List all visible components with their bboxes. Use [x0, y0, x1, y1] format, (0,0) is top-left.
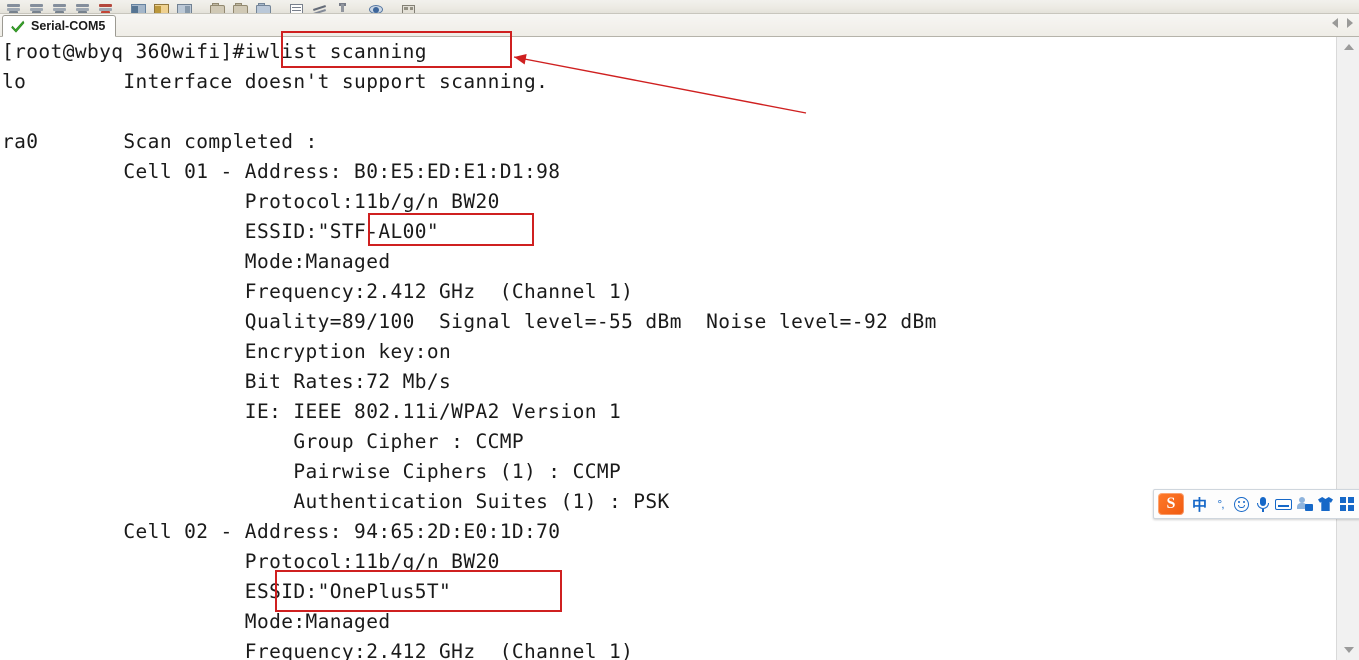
pin-icon[interactable] [335, 1, 351, 13]
terminal-line: Protocol:11b/g/n BW20 [2, 190, 500, 213]
document-icon[interactable] [289, 1, 305, 13]
terminal-line: Group Cipher : CCMP [2, 430, 525, 453]
calculator-icon[interactable] [401, 1, 417, 13]
terminal-line: Protocol:11b/g/n BW20 [2, 550, 500, 573]
keyboard-icon[interactable] [1273, 493, 1294, 515]
folder-blue-icon[interactable] [256, 1, 272, 13]
green-check-icon [11, 20, 25, 33]
toolbar-icon-group [6, 0, 424, 13]
window-amber-icon[interactable] [154, 1, 170, 13]
tab-serial-com5[interactable]: Serial-COM5 [2, 15, 117, 37]
tab-scroll-controls [1332, 18, 1353, 28]
triangle-right-icon[interactable] [1347, 18, 1353, 28]
terminal-line: ESSID:"OnePlus5T" [2, 580, 452, 603]
terminal-line: [root@wbyq 360wifi]#iwlist scanning [2, 40, 427, 63]
terminal-line: Frequency:2.412 GHz (Channel 1) [2, 280, 634, 303]
user-card-icon[interactable] [1294, 493, 1315, 515]
sogou-input-method-toolbar[interactable]: S 中 °, [1153, 489, 1359, 519]
application-window: Serial-COM5 [root@wbyq 360wifi]#iwlist s… [0, 0, 1359, 660]
terminal-line: Cell 01 - Address: B0:E5:ED:E1:D1:98 [2, 160, 561, 183]
terminal-line: Mode:Managed [2, 250, 391, 273]
ime-punctuation-toggle[interactable]: °, [1210, 493, 1231, 515]
window-split-icon[interactable] [177, 1, 193, 13]
scroll-down-arrow-icon[interactable] [1337, 640, 1359, 660]
terminal-line: Encryption key:on [2, 340, 452, 363]
emoji-icon[interactable] [1231, 493, 1252, 515]
toolbar-strip [0, 0, 1359, 14]
skin-shirt-icon[interactable] [1315, 493, 1336, 515]
terminal-line: Frequency:2.412 GHz (Channel 1) [2, 640, 634, 660]
microphone-icon[interactable] [1252, 493, 1273, 515]
scribble-icon[interactable] [312, 1, 328, 13]
window-tile-icon[interactable] [131, 1, 147, 13]
tab-bar: Serial-COM5 [0, 14, 1359, 37]
vertical-scrollbar[interactable] [1336, 37, 1359, 660]
terminal-line: Bit Rates:72 Mb/s [2, 370, 452, 393]
align-right-icon[interactable] [75, 1, 91, 13]
terminal-output-area[interactable]: [root@wbyq 360wifi]#iwlist scanning lo In… [0, 37, 1336, 660]
scrollbar-track[interactable] [1337, 57, 1359, 640]
terminal-line: lo Interface doesn't support scanning. [2, 70, 549, 93]
sogou-logo-icon[interactable]: S [1158, 493, 1184, 515]
terminal-line: Quality=89/100 Signal level=-55 dBm Nois… [2, 310, 937, 333]
eye-icon[interactable] [368, 1, 384, 13]
align-center-icon[interactable] [29, 1, 45, 13]
align-left-icon[interactable] [6, 1, 22, 13]
terminal-text: [root@wbyq 360wifi]#iwlist scanning lo In… [2, 37, 937, 660]
terminal-line: ESSID:"STF-AL00" [2, 220, 440, 243]
scroll-up-arrow-icon[interactable] [1337, 37, 1359, 57]
terminal-line: Cell 02 - Address: 94:65:2D:E0:1D:70 [2, 520, 561, 543]
tab-label: Serial-COM5 [31, 19, 106, 33]
folder-open-icon[interactable] [210, 1, 226, 13]
align-distribute-icon[interactable] [52, 1, 68, 13]
terminal-line: Pairwise Ciphers (1) : CCMP [2, 460, 622, 483]
ime-mode-chinese[interactable]: 中 [1189, 493, 1210, 515]
terminal-line: Mode:Managed [2, 610, 391, 633]
toolbox-grid-icon[interactable] [1336, 493, 1357, 515]
folder-icon[interactable] [233, 1, 249, 13]
triangle-left-icon[interactable] [1332, 18, 1338, 28]
terminal-line: IE: IEEE 802.11i/WPA2 Version 1 [2, 400, 622, 423]
align-red-icon[interactable] [98, 1, 114, 13]
terminal-line: ra0 Scan completed : [2, 130, 318, 153]
terminal-line: Authentication Suites (1) : PSK [2, 490, 670, 513]
